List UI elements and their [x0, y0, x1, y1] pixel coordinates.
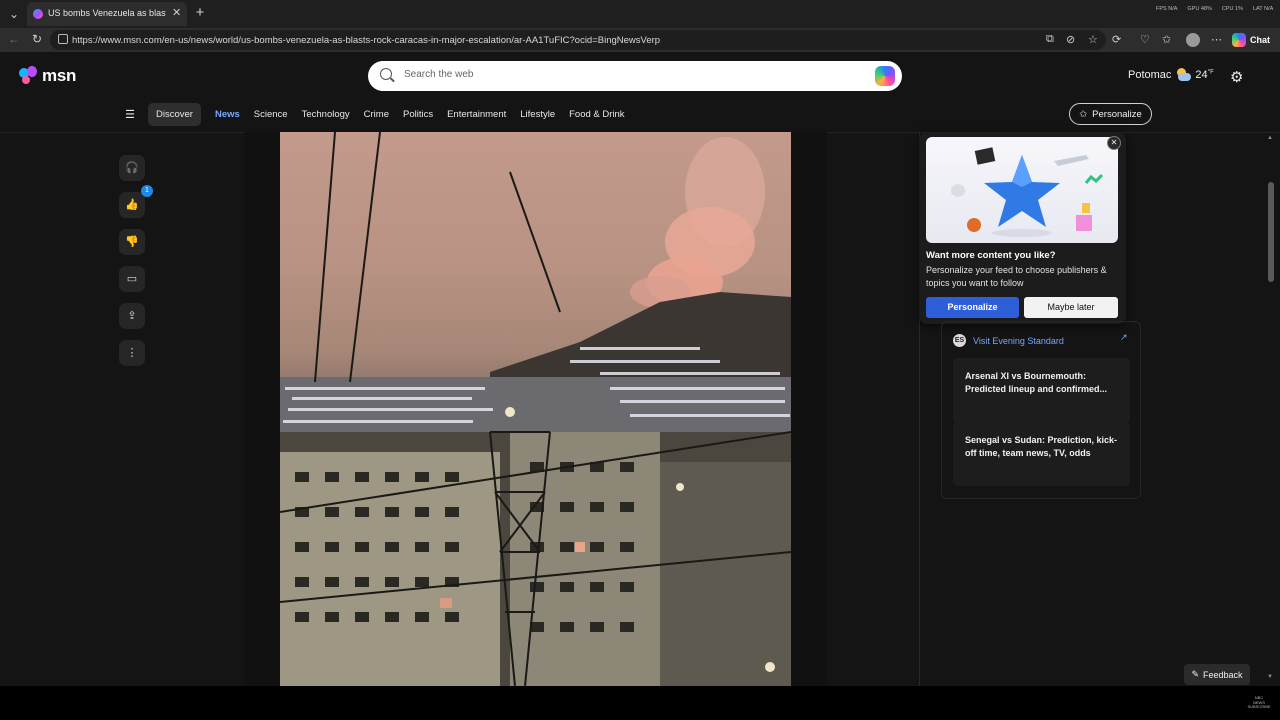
- video-scene-illustration: [280, 132, 791, 686]
- nav-entertainment[interactable]: Entertainment: [440, 109, 513, 120]
- feedback-icon: ✎: [1191, 669, 1199, 679]
- story-card[interactable]: Arsenal XI vs Bournemouth: Predicted lin…: [953, 358, 1130, 422]
- scroll-down-arrow-icon[interactable]: ▼: [1267, 674, 1273, 680]
- nav-food-drink[interactable]: Food & Drink: [562, 109, 631, 120]
- nav-technology[interactable]: Technology: [295, 109, 357, 120]
- more-vertical-icon: ⋮: [126, 347, 138, 359]
- nav-lifestyle[interactable]: Lifestyle: [513, 109, 562, 120]
- listen-button[interactable]: 🎧: [119, 155, 145, 181]
- copilot-search-icon[interactable]: [875, 66, 895, 86]
- more-menu-icon[interactable]: ⋯: [1211, 33, 1222, 46]
- extensions-icon[interactable]: ⟳: [1112, 33, 1121, 46]
- new-tab-plus-icon[interactable]: +: [193, 4, 207, 22]
- publisher-stories-card: ES Visit Evening Standard ↗ Arsenal XI v…: [941, 321, 1141, 499]
- perf-overlay: FPS N/A GPU 48% CPU 1% LAT N/A: [1156, 6, 1280, 12]
- personalize-promo-card: ✕ Want more content you like? Personaliz…: [919, 132, 1126, 324]
- hamburger-menu-icon[interactable]: ☰: [120, 108, 140, 121]
- like-count-badge: 1: [141, 185, 153, 197]
- article-video-player[interactable]: [244, 132, 827, 686]
- browser-tab-bar: ⌄ US bombs Venezuela as blasts roc ✕ + F…: [0, 0, 1280, 28]
- nbc-news-watermark: NBC NEWS SUBSCRIBE: [1247, 695, 1271, 709]
- category-nav: ☰ Discover News Science Technology Crime…: [120, 102, 632, 126]
- partly-cloudy-icon: [1175, 68, 1192, 82]
- promo-title: Want more content you like?: [926, 250, 1056, 261]
- browser-essentials-icon[interactable]: ♡: [1140, 33, 1150, 46]
- msn-butterfly-icon: [19, 66, 39, 86]
- dislike-button[interactable]: 👎: [119, 229, 145, 255]
- perf-cpu: CPU 1%: [1221, 6, 1243, 12]
- personalize-label: Personalize: [1092, 108, 1142, 120]
- tab-close-icon[interactable]: ✕: [172, 6, 181, 19]
- browser-tab-active[interactable]: US bombs Venezuela as blasts roc ✕: [27, 2, 187, 26]
- nav-politics[interactable]: Politics: [396, 109, 440, 120]
- comment-bubble-icon: ▭: [126, 273, 138, 285]
- promo-star-illustration: [950, 147, 1104, 237]
- weather-widget[interactable]: Potomac 24°F: [1128, 68, 1214, 82]
- headphones-icon: 🎧: [125, 162, 139, 174]
- personalize-button[interactable]: ✩ Personalize: [1069, 103, 1152, 125]
- promo-illustration: [926, 137, 1118, 243]
- favorites-bar-icon[interactable]: ✩: [1162, 33, 1171, 46]
- publisher-header[interactable]: ES Visit Evening Standard: [953, 334, 1064, 347]
- like-button[interactable]: 👍 1: [119, 185, 153, 218]
- perf-lat: LAT N/A: [1252, 6, 1274, 12]
- msn-favicon-icon: [33, 9, 43, 19]
- weather-location: Potomac: [1128, 69, 1172, 81]
- visit-publisher-link[interactable]: Visit Evening Standard: [973, 336, 1064, 346]
- refresh-icon[interactable]: ↻: [32, 32, 42, 46]
- url-field[interactable]: https://www.msn.com/en-us/news/world/us-…: [50, 30, 1106, 50]
- video-letterbox-bar: [0, 686, 1280, 720]
- comment-button[interactable]: ▭: [119, 266, 145, 292]
- tracking-prevention-icon[interactable]: ⊘: [1066, 33, 1075, 46]
- nav-discover[interactable]: Discover: [148, 102, 201, 126]
- more-options-button[interactable]: ⋮: [119, 340, 145, 366]
- browser-address-bar: ← ↻ https://www.msn.com/en-us/news/world…: [0, 28, 1280, 52]
- search-bar[interactable]: [368, 61, 902, 91]
- profile-avatar-icon[interactable]: [1186, 33, 1200, 47]
- story-card[interactable]: Senegal vs Sudan: Prediction, kick-off t…: [953, 422, 1130, 486]
- msn-logo[interactable]: msn: [19, 65, 76, 87]
- nav-crime[interactable]: Crime: [357, 109, 396, 120]
- search-icon: [380, 68, 392, 80]
- video-frame-caracas-night: [280, 132, 791, 686]
- promo-close-icon[interactable]: ✕: [1107, 136, 1121, 150]
- article-action-rail: 🎧 👍 1 👎 ▭ ⇪ ⋮: [119, 155, 153, 377]
- perf-fps: FPS N/A: [1156, 6, 1178, 12]
- settings-gear-icon[interactable]: ⚙: [1230, 68, 1243, 86]
- nav-news[interactable]: News: [208, 109, 247, 120]
- promo-personalize-button[interactable]: Personalize: [926, 297, 1019, 318]
- copilot-icon: [1232, 33, 1246, 47]
- back-arrow-icon[interactable]: ←: [8, 32, 20, 46]
- chat-label: Chat: [1250, 35, 1270, 45]
- page-scrollbar-thumb[interactable]: [1268, 182, 1274, 282]
- evening-standard-logo-icon: ES: [953, 334, 966, 347]
- tab-actions-chevron-icon[interactable]: ⌄: [4, 4, 24, 24]
- weather-temp: 24°F: [1195, 69, 1214, 81]
- thumbs-up-icon: 👍: [125, 199, 139, 211]
- promo-maybe-later-button[interactable]: Maybe later: [1024, 297, 1118, 318]
- feedback-label: Feedback: [1203, 669, 1243, 680]
- story-title: Arsenal XI vs Bournemouth: Predicted lin…: [965, 371, 1108, 394]
- share-icon: ⇪: [127, 310, 137, 322]
- perf-gpu: GPU 48%: [1187, 6, 1212, 12]
- promo-body: Personalize your feed to choose publishe…: [926, 265, 1107, 288]
- translate-icon[interactable]: ⧉: [1046, 33, 1054, 46]
- feedback-button[interactable]: ✎ Feedback: [1184, 664, 1250, 685]
- msn-wordmark: msn: [42, 66, 77, 85]
- scroll-up-arrow-icon[interactable]: ▲: [1267, 135, 1273, 141]
- share-button[interactable]: ⇪: [119, 303, 145, 329]
- nav-science[interactable]: Science: [247, 109, 295, 120]
- tab-title: US bombs Venezuela as blasts roc: [48, 8, 166, 18]
- copilot-chat-button[interactable]: Chat: [1232, 32, 1270, 48]
- search-input[interactable]: [404, 69, 844, 80]
- personalize-star-icon: ✩: [1079, 108, 1088, 120]
- site-info-icon[interactable]: [58, 34, 68, 44]
- thumbs-down-icon: 👎: [125, 236, 139, 248]
- msn-page: msn Potomac 24°F ⚙ ☰ Discover News Scien…: [0, 52, 1280, 686]
- url-text: https://www.msn.com/en-us/news/world/us-…: [72, 35, 661, 46]
- story-title: Senegal vs Sudan: Prediction, kick-off t…: [965, 435, 1118, 458]
- external-link-icon[interactable]: ↗: [1120, 332, 1128, 343]
- favorite-star-icon[interactable]: ☆: [1088, 33, 1098, 46]
